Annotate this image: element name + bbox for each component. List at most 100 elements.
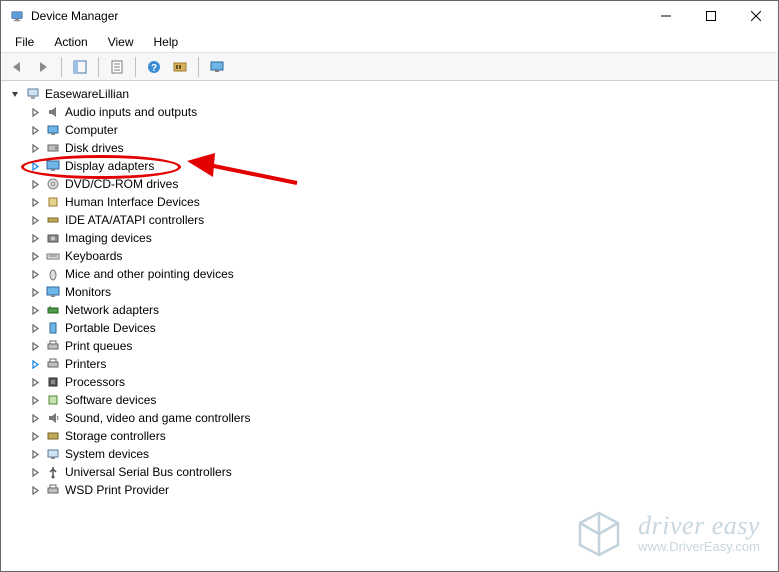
system-icon (45, 446, 61, 462)
watermark-logo-icon (572, 507, 626, 561)
menu-file[interactable]: File (5, 33, 44, 51)
toolbar-separator (61, 57, 62, 77)
chevron-right-icon[interactable] (29, 196, 41, 208)
chevron-right-icon[interactable] (29, 322, 41, 334)
menu-action[interactable]: Action (44, 33, 97, 51)
chevron-right-icon[interactable] (29, 124, 41, 136)
toolbar-forward-button[interactable] (31, 55, 55, 79)
tree-node[interactable]: Disk drives (29, 139, 770, 157)
maximize-button[interactable] (688, 1, 733, 31)
root-label: EasewareLillian (45, 87, 129, 101)
tree-node-label: Software devices (65, 393, 156, 407)
tree-node-label: Human Interface Devices (65, 195, 200, 209)
minimize-button[interactable] (643, 1, 688, 31)
printq-icon (45, 338, 61, 354)
chevron-right-icon[interactable] (29, 448, 41, 460)
menu-view[interactable]: View (98, 33, 144, 51)
tree-node[interactable]: WSD Print Provider (29, 481, 770, 499)
tree-node[interactable]: System devices (29, 445, 770, 463)
toolbar-refresh-button[interactable] (168, 55, 192, 79)
tree-node[interactable]: Monitors (29, 283, 770, 301)
tree-content[interactable]: EasewareLillian Audio inputs and outputs… (1, 81, 778, 571)
tree-node[interactable]: Sound, video and game controllers (29, 409, 770, 427)
tree-node-label: Monitors (65, 285, 111, 299)
tree-node-label: Storage controllers (65, 429, 166, 443)
tree-node[interactable]: Human Interface Devices (29, 193, 770, 211)
toolbar-separator (98, 57, 99, 77)
close-button[interactable] (733, 1, 778, 31)
chevron-right-icon[interactable] (29, 250, 41, 262)
tree-node-label: Portable Devices (65, 321, 156, 335)
chevron-right-icon[interactable] (29, 232, 41, 244)
tree-node[interactable]: Display adapters (29, 157, 770, 175)
wsd-icon (45, 482, 61, 498)
svg-text:?: ? (151, 63, 157, 74)
chevron-right-icon[interactable] (29, 358, 41, 370)
tree-node[interactable]: Printers (29, 355, 770, 373)
chevron-right-icon[interactable] (29, 340, 41, 352)
tree-node[interactable]: Network adapters (29, 301, 770, 319)
keyboard-icon (45, 248, 61, 264)
menubar: File Action View Help (1, 31, 778, 53)
chevron-right-icon[interactable] (29, 286, 41, 298)
chevron-right-icon[interactable] (29, 304, 41, 316)
sound-icon (45, 410, 61, 426)
toolbar: ? (1, 53, 778, 81)
toolbar-showhide-button[interactable] (68, 55, 92, 79)
tree-node[interactable]: Keyboards (29, 247, 770, 265)
watermark-title: driver easy (638, 513, 760, 539)
device-manager-window: Device Manager File Action View Help (0, 0, 779, 572)
tree-node[interactable]: Portable Devices (29, 319, 770, 337)
chevron-right-icon[interactable] (29, 484, 41, 496)
dvd-icon (45, 176, 61, 192)
toolbar-back-button[interactable] (5, 55, 29, 79)
tree-node[interactable]: Universal Serial Bus controllers (29, 463, 770, 481)
tree-node-label: Audio inputs and outputs (65, 105, 197, 119)
menu-help[interactable]: Help (144, 33, 189, 51)
chevron-right-icon[interactable] (29, 394, 41, 406)
chevron-right-icon[interactable] (29, 160, 41, 172)
chevron-right-icon[interactable] (29, 430, 41, 442)
toolbar-properties-button[interactable] (105, 55, 129, 79)
chevron-down-icon[interactable] (9, 88, 21, 100)
display-icon (45, 158, 61, 174)
app-icon (9, 8, 25, 24)
chevron-right-icon[interactable] (29, 106, 41, 118)
storage-icon (45, 428, 61, 444)
chevron-right-icon[interactable] (29, 178, 41, 190)
tree-node[interactable]: Imaging devices (29, 229, 770, 247)
toolbar-help-button[interactable]: ? (142, 55, 166, 79)
tree-node-label: Mice and other pointing devices (65, 267, 234, 281)
toolbar-displays-button[interactable] (205, 55, 229, 79)
chevron-right-icon[interactable] (29, 268, 41, 280)
toolbar-separator (135, 57, 136, 77)
chevron-right-icon[interactable] (29, 412, 41, 424)
tree-node[interactable]: Software devices (29, 391, 770, 409)
software-icon (45, 392, 61, 408)
tree-node[interactable]: Audio inputs and outputs (29, 103, 770, 121)
titlebar: Device Manager (1, 1, 778, 31)
tree-node-label: Imaging devices (65, 231, 152, 245)
tree-node[interactable]: Mice and other pointing devices (29, 265, 770, 283)
tree-node[interactable]: Processors (29, 373, 770, 391)
ide-icon (45, 212, 61, 228)
tree-node[interactable]: DVD/CD-ROM drives (29, 175, 770, 193)
processor-icon (45, 374, 61, 390)
toolbar-separator (198, 57, 199, 77)
tree-node-label: Computer (65, 123, 118, 137)
tree-root-node[interactable]: EasewareLillian (9, 85, 770, 103)
window-controls (643, 1, 778, 31)
chevron-right-icon[interactable] (29, 142, 41, 154)
imaging-icon (45, 230, 61, 246)
disk-icon (45, 140, 61, 156)
tree-node[interactable]: Storage controllers (29, 427, 770, 445)
tree-node[interactable]: Print queues (29, 337, 770, 355)
tree-node[interactable]: Computer (29, 121, 770, 139)
hid-icon (45, 194, 61, 210)
tree-node[interactable]: IDE ATA/ATAPI controllers (29, 211, 770, 229)
tree-node-label: Disk drives (65, 141, 124, 155)
chevron-right-icon[interactable] (29, 214, 41, 226)
chevron-right-icon[interactable] (29, 466, 41, 478)
chevron-right-icon[interactable] (29, 376, 41, 388)
window-title: Device Manager (31, 9, 643, 23)
